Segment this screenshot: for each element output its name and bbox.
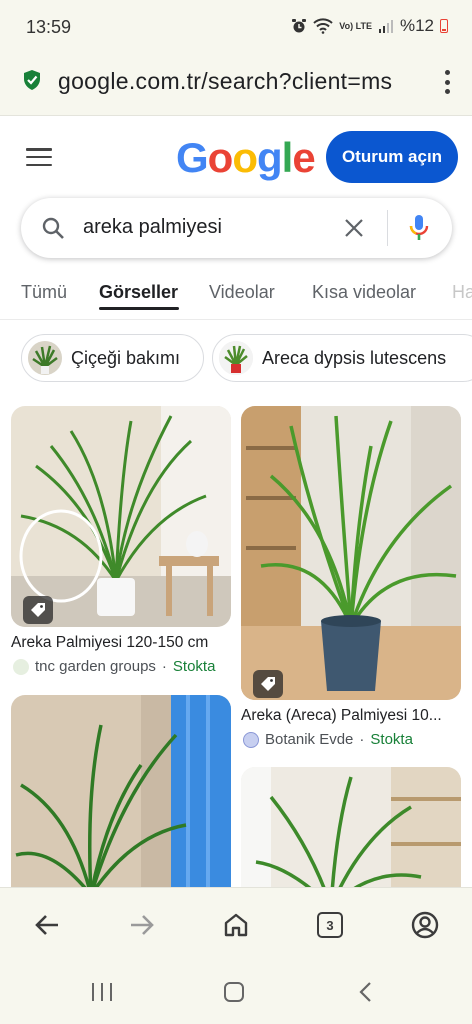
source-separator: · — [161, 658, 167, 675]
search-divider — [387, 210, 388, 246]
result-source-2[interactable]: Botanik Evde · Stokta — [243, 731, 413, 748]
tab-more[interactable]: Ha — [452, 282, 472, 303]
url-text[interactable]: google.com.tr/search?client=ms — [58, 68, 418, 95]
result-title-1[interactable]: Areka Palmiyesi 120-150 cm — [11, 634, 231, 652]
tab-images[interactable]: Görseller — [99, 282, 178, 303]
back-button[interactable] — [32, 910, 62, 940]
tab-switcher-button[interactable]: 3 — [315, 910, 345, 940]
search-input[interactable]: areka palmiyesi — [83, 216, 222, 239]
search-tabs: Tümü Görseller Videolar Kısa videolar Ha — [0, 270, 472, 320]
source-favicon — [243, 731, 259, 748]
active-tab-indicator — [99, 307, 179, 310]
account-button[interactable] — [410, 910, 440, 940]
signal-icon — [378, 20, 393, 33]
result-source-1[interactable]: tnc garden groups · Stokta — [13, 658, 215, 675]
result-image-1[interactable] — [11, 406, 231, 627]
search-box[interactable]: areka palmiyesi — [21, 198, 452, 258]
alarm-icon — [292, 19, 307, 33]
forward-arrow-icon — [131, 915, 154, 935]
microphone-icon[interactable] — [409, 214, 429, 242]
tab-all[interactable]: Tümü — [21, 282, 67, 303]
chip-care[interactable]: Çiçeği bakımı — [21, 334, 204, 382]
more-options-icon[interactable] — [444, 70, 450, 94]
product-tag-icon — [23, 596, 53, 624]
tab-count: 3 — [317, 912, 343, 938]
result-image-2[interactable] — [241, 406, 461, 700]
stock-status: Stokta — [370, 731, 413, 748]
chip-label: Areca dypsis lutescens — [262, 347, 447, 368]
system-nav-bar — [0, 961, 472, 1024]
result-image-4[interactable] — [241, 767, 461, 907]
tab-videos[interactable]: Videolar — [209, 282, 275, 303]
chip-thumbnail — [219, 341, 253, 375]
network-type: Vo) LTE — [339, 20, 372, 31]
wifi-icon — [313, 18, 333, 34]
back-arrow-icon — [35, 915, 58, 935]
source-name: Botanik Evde — [265, 731, 354, 748]
system-home-icon[interactable] — [223, 981, 245, 1003]
browser-toolbar: 3 — [0, 887, 472, 961]
clear-icon[interactable] — [343, 217, 365, 239]
battery-icon — [440, 19, 448, 33]
google-header: Google Oturum açın — [0, 116, 472, 196]
home-button[interactable] — [221, 910, 251, 940]
secure-shield-icon[interactable] — [22, 69, 42, 91]
source-separator: · — [359, 731, 365, 748]
status-icons: Vo) LTE %12 — [291, 16, 448, 36]
chip-label: Çiçeği bakımı — [71, 347, 181, 368]
product-tag-icon — [253, 670, 283, 698]
google-logo[interactable]: Google — [176, 134, 316, 182]
stock-status: Stokta — [172, 658, 216, 675]
search-icon[interactable] — [41, 216, 65, 240]
battery-percent: %12 — [399, 16, 434, 35]
status-bar: 13:59 Vo) LTE %12 — [0, 0, 472, 54]
recent-apps-icon[interactable] — [91, 982, 113, 1002]
tab-short-videos[interactable]: Kısa videolar — [312, 282, 416, 303]
result-image-3[interactable] — [11, 695, 231, 905]
account-icon — [411, 911, 439, 939]
chip-areca-dypsis[interactable]: Areca dypsis lutescens — [212, 334, 472, 382]
home-icon — [224, 913, 248, 937]
forward-button[interactable] — [127, 910, 157, 940]
menu-icon[interactable] — [26, 148, 52, 166]
status-time: 13:59 — [26, 17, 72, 37]
sign-in-button[interactable]: Oturum açın — [326, 131, 458, 183]
url-bar[interactable]: google.com.tr/search?client=ms — [0, 54, 472, 116]
chip-thumbnail — [28, 341, 62, 375]
source-name: tnc garden groups — [35, 658, 156, 675]
source-favicon — [13, 658, 29, 675]
system-back-icon[interactable] — [358, 981, 372, 1003]
result-title-2[interactable]: Areka (Areca) Palmiyesi 10... — [241, 707, 465, 725]
